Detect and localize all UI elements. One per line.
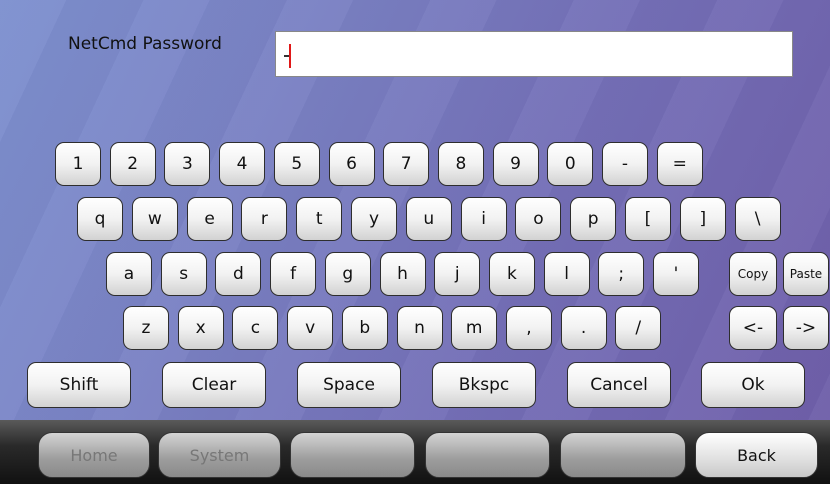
- key-y[interactable]: y: [351, 197, 397, 241]
- key-b[interactable]: b: [341, 306, 388, 350]
- key-right-bracket[interactable]: ]: [679, 197, 726, 241]
- key-0[interactable]: 0: [547, 142, 594, 186]
- cursor-right-key[interactable]: ->: [783, 306, 829, 350]
- key-5[interactable]: 5: [273, 142, 320, 186]
- key-period[interactable]: .: [560, 306, 607, 350]
- key-u[interactable]: u: [405, 197, 452, 241]
- keyboard-screen: NetCmd Password 1 2 3 4 5 6 7 8 9 0- = q w e r t y u i o p[]…: [0, 0, 830, 420]
- key-t[interactable]: t: [296, 197, 343, 241]
- nav-blank-button-2[interactable]: [425, 432, 550, 478]
- key-z[interactable]: z: [123, 306, 169, 350]
- key-j[interactable]: j: [434, 252, 481, 296]
- key-semicolon[interactable]: ;: [598, 252, 645, 296]
- key-g[interactable]: g: [324, 252, 371, 296]
- key-s[interactable]: s: [160, 252, 207, 296]
- key-q[interactable]: q: [77, 197, 123, 241]
- nav-system-button[interactable]: System: [158, 432, 281, 478]
- key-3[interactable]: 3: [164, 142, 211, 186]
- key-e[interactable]: e: [186, 197, 233, 241]
- key-7[interactable]: 7: [383, 142, 430, 186]
- key-1[interactable]: 1: [55, 142, 101, 186]
- key-i[interactable]: i: [460, 197, 507, 241]
- nav-blank-button-1[interactable]: [290, 432, 415, 478]
- nav-home-button[interactable]: Home: [38, 432, 150, 478]
- clear-key[interactable]: Clear: [162, 362, 266, 408]
- key-a[interactable]: a: [106, 252, 152, 296]
- key-k[interactable]: k: [488, 252, 535, 296]
- key-equals[interactable]: =: [656, 142, 703, 186]
- space-key[interactable]: Space: [297, 362, 401, 408]
- key-slash[interactable]: /: [615, 306, 662, 350]
- key-n[interactable]: n: [396, 306, 443, 350]
- nav-back-button[interactable]: Back: [695, 432, 818, 478]
- password-input[interactable]: [275, 31, 793, 77]
- key-8[interactable]: 8: [437, 142, 484, 186]
- ok-key[interactable]: Ok: [701, 362, 805, 408]
- bkspc-key[interactable]: Bkspc: [432, 362, 536, 408]
- cursor-left-key[interactable]: <-: [729, 306, 777, 350]
- key-h[interactable]: h: [379, 252, 426, 296]
- shift-key[interactable]: Shift: [27, 362, 131, 408]
- key-left-bracket[interactable]: [: [625, 197, 671, 241]
- key-4[interactable]: 4: [219, 142, 266, 186]
- key-d[interactable]: d: [215, 252, 262, 296]
- copy-key[interactable]: Copy: [729, 252, 777, 296]
- key-l[interactable]: l: [543, 252, 590, 296]
- key-v[interactable]: v: [287, 306, 334, 350]
- key-9[interactable]: 9: [492, 142, 539, 186]
- key-6[interactable]: 6: [328, 142, 375, 186]
- key-backslash[interactable]: \: [734, 197, 781, 241]
- key-c[interactable]: c: [232, 306, 279, 350]
- key-p[interactable]: p: [570, 197, 617, 241]
- text-cursor: [289, 44, 291, 68]
- key-apostrophe[interactable]: ': [653, 252, 699, 296]
- nav-blank-button-3[interactable]: [560, 432, 686, 478]
- password-field-label: NetCmd Password: [68, 34, 222, 54]
- key-comma[interactable]: ,: [505, 306, 552, 350]
- key-w[interactable]: w: [131, 197, 178, 241]
- key-o[interactable]: o: [515, 197, 562, 241]
- bottom-nav-bar: Home System Back: [0, 420, 830, 484]
- cancel-key[interactable]: Cancel: [567, 362, 671, 408]
- key-x[interactable]: x: [177, 306, 224, 350]
- key-f[interactable]: f: [270, 252, 317, 296]
- paste-key[interactable]: Paste: [783, 252, 829, 296]
- key-2[interactable]: 2: [109, 142, 156, 186]
- key-r[interactable]: r: [241, 197, 288, 241]
- key-m[interactable]: m: [451, 306, 498, 350]
- key-minus[interactable]: -: [602, 142, 648, 186]
